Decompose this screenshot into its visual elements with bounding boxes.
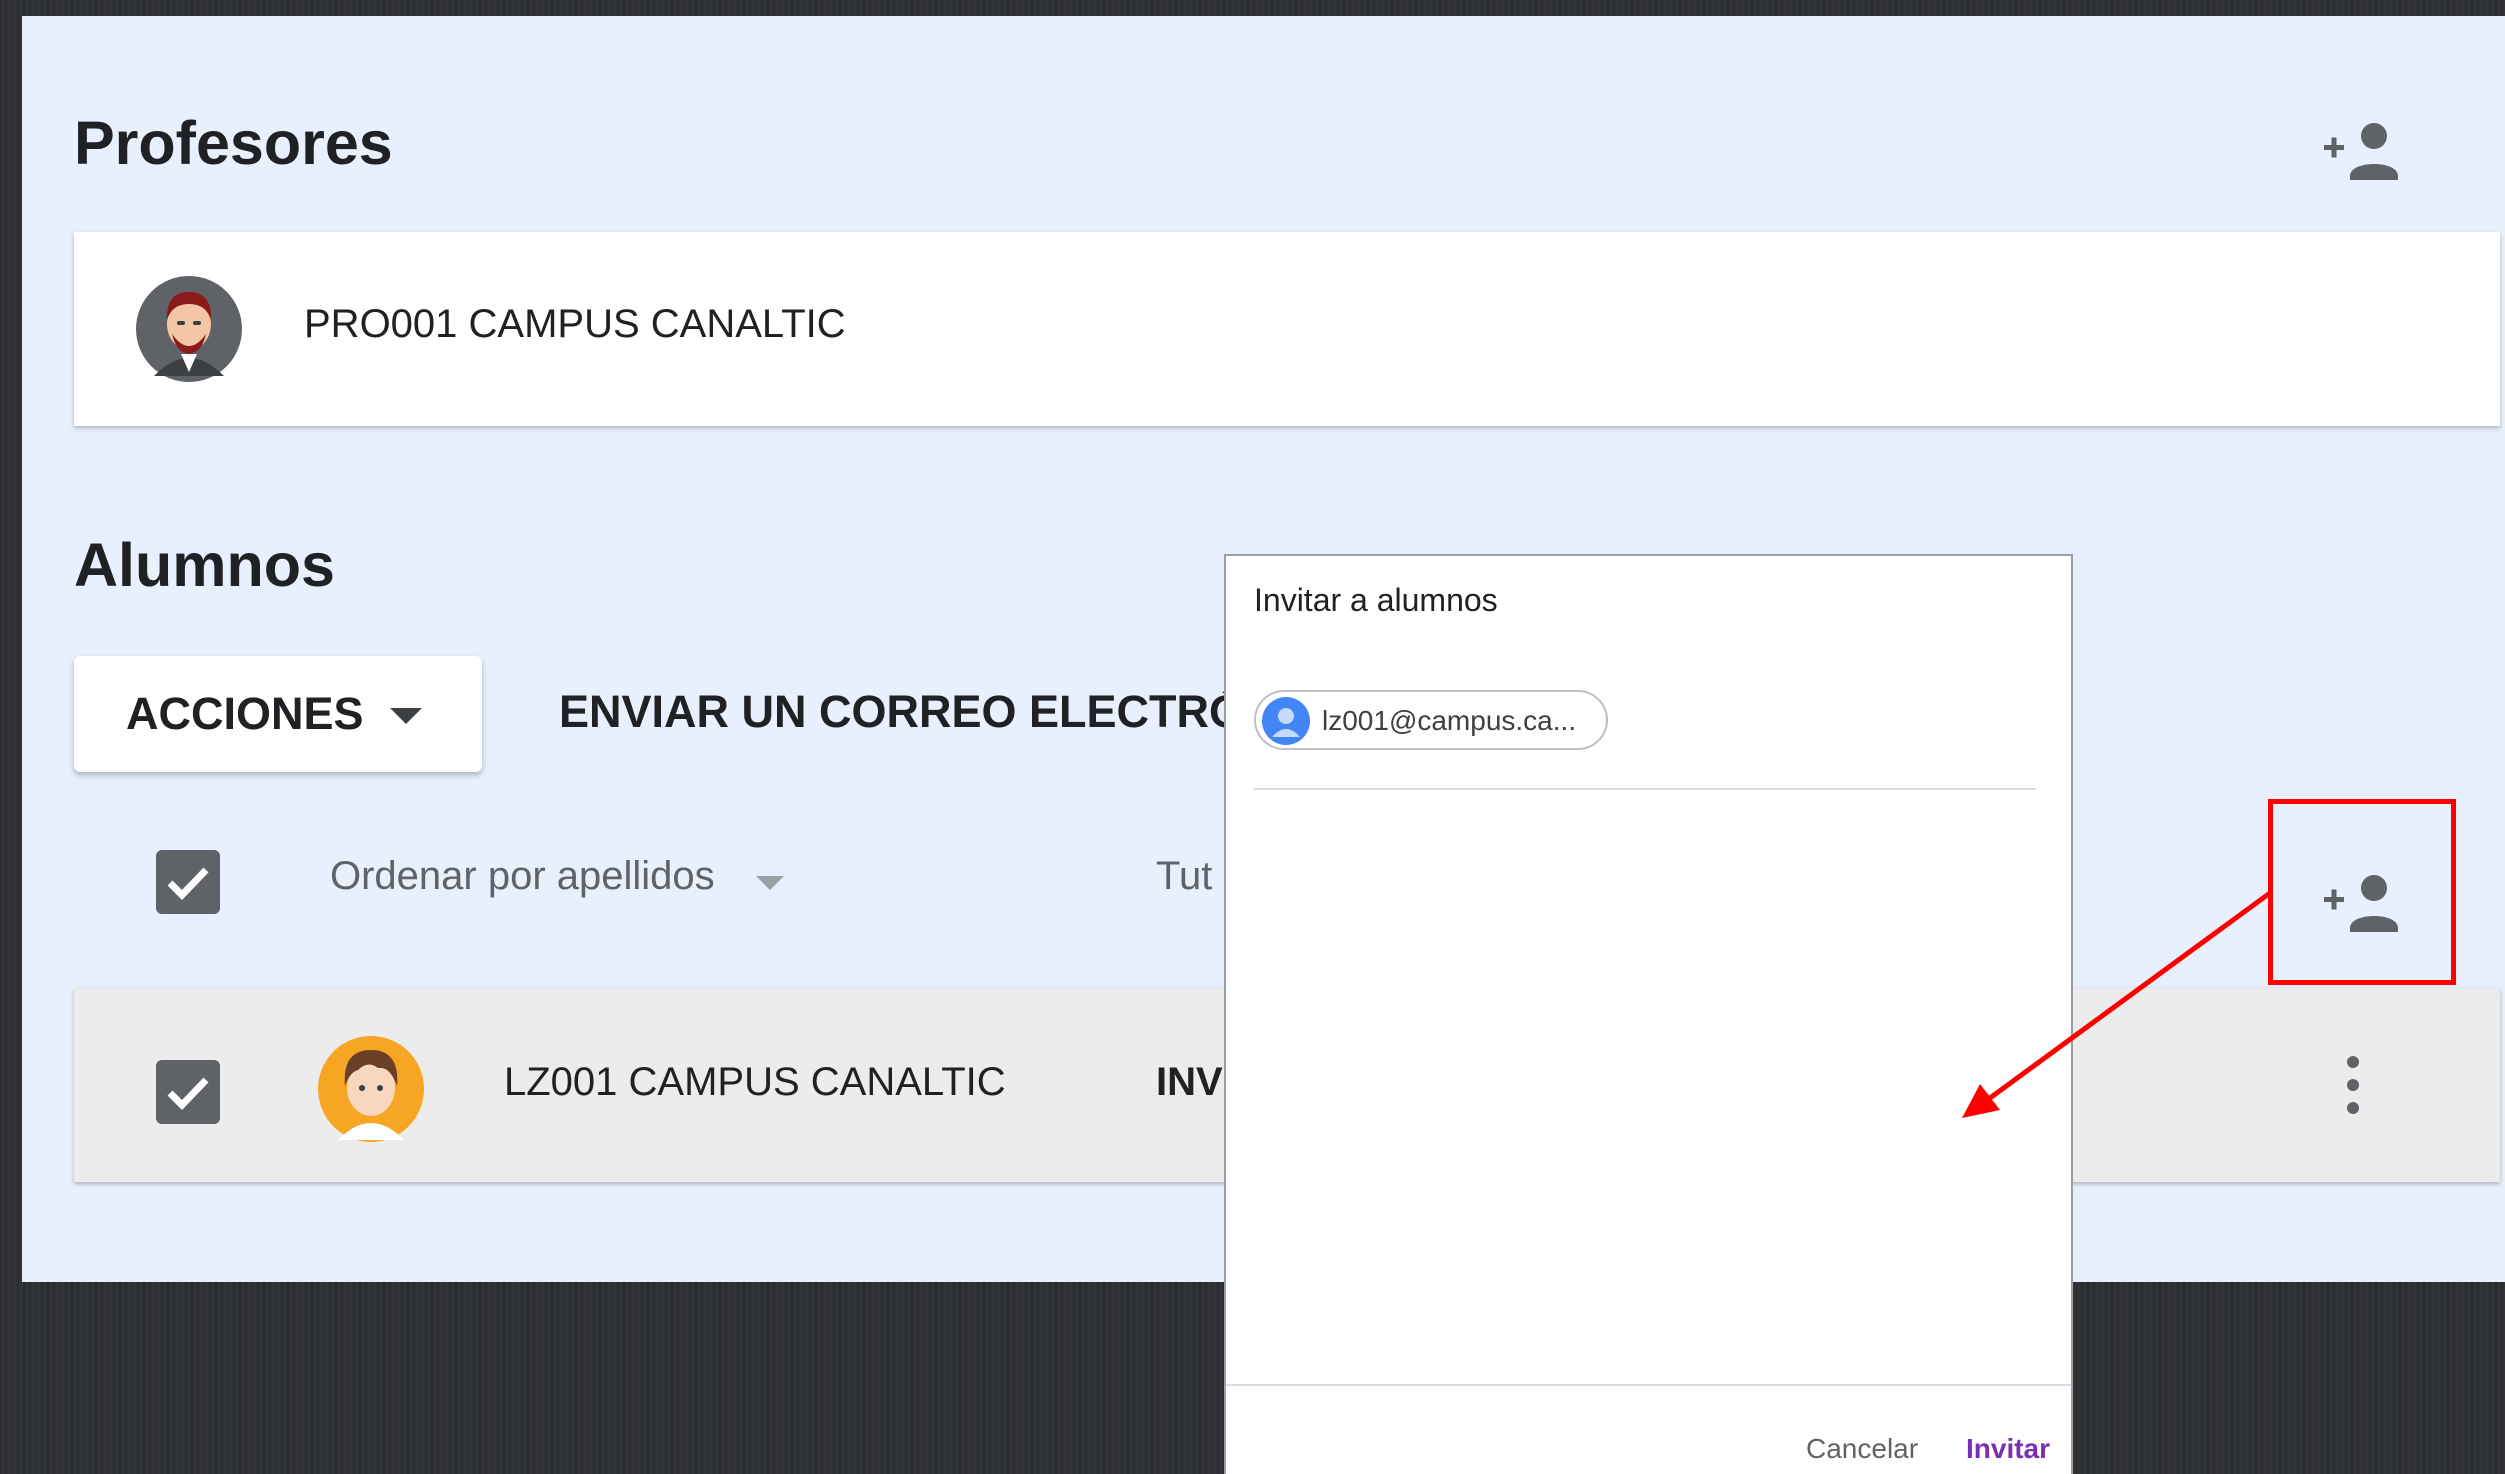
annotation-arrow-icon	[1962, 890, 2272, 1118]
